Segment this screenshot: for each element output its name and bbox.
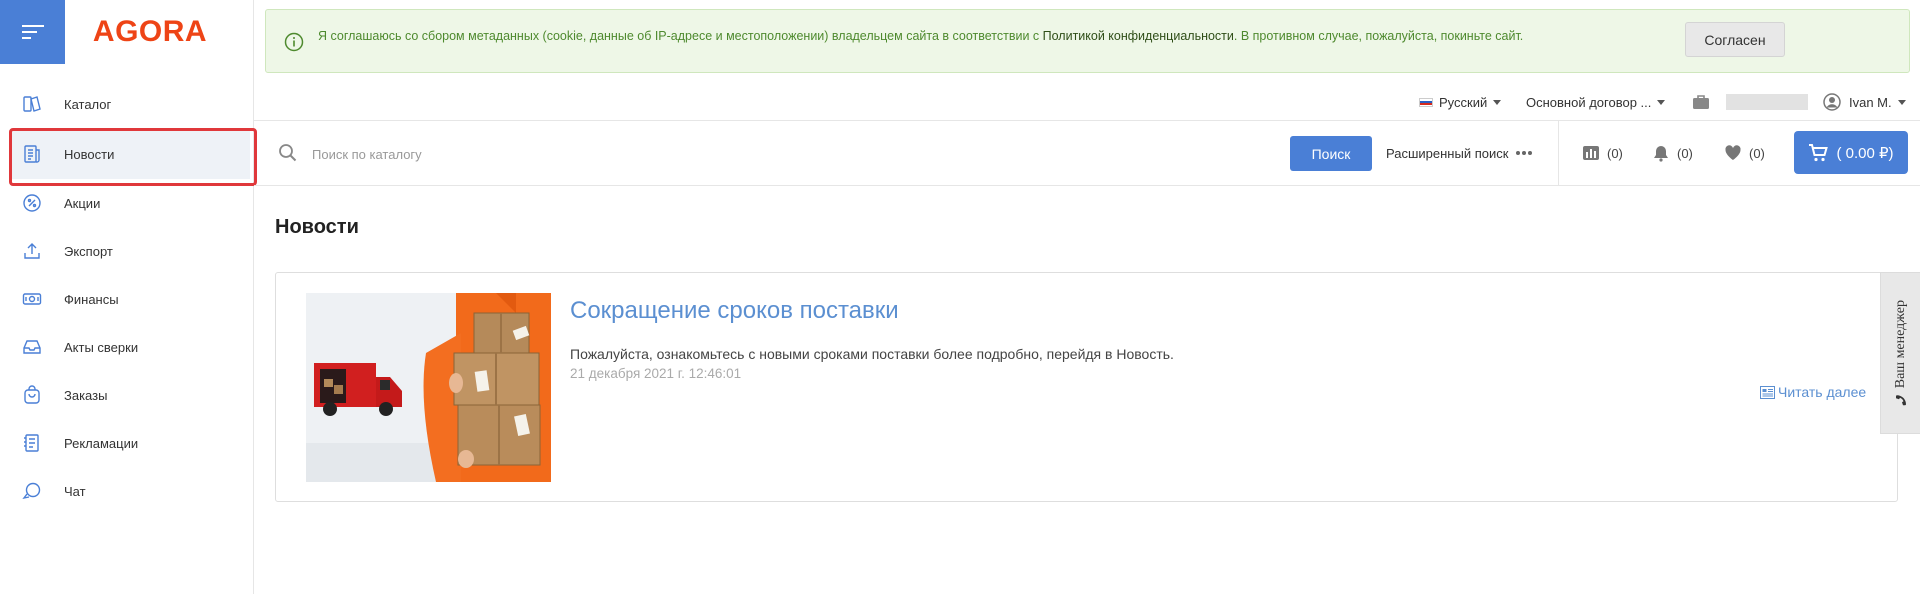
sidebar-item-label: Чат bbox=[64, 483, 86, 499]
logo[interactable]: AGORA bbox=[65, 15, 253, 49]
manager-tab-text: Ваш менеджер bbox=[1892, 299, 1908, 389]
news-date: 21 декабря 2021 г. 12:46:01 bbox=[570, 366, 742, 381]
user-bar: Русский Основной договор ... Ivan M. bbox=[254, 86, 1920, 118]
news-card: Сокращение сроков поставки Пожалуйста, о… bbox=[275, 272, 1898, 502]
chevron-down-icon bbox=[1657, 99, 1666, 105]
bag-icon bbox=[21, 384, 43, 406]
manager-tab[interactable]: Ваш менеджер bbox=[1880, 272, 1920, 434]
sidebar-item-catalog[interactable]: Каталог bbox=[0, 80, 253, 128]
company-selector[interactable] bbox=[1692, 86, 1808, 118]
read-more-label: Читать далее bbox=[1778, 384, 1867, 400]
sidebar-item-label: Акты сверки bbox=[64, 339, 139, 355]
news-title-link[interactable]: Сокращение сроков поставки bbox=[570, 297, 899, 325]
favorites-count: (0) bbox=[1749, 145, 1765, 161]
contract-selector[interactable]: Основной договор ... bbox=[1526, 86, 1666, 118]
company-name-redacted bbox=[1726, 94, 1808, 110]
sidebar-item-promotions[interactable]: Акции bbox=[0, 179, 253, 227]
more-dots-icon bbox=[1516, 151, 1533, 155]
divider bbox=[1558, 121, 1559, 185]
cart-icon bbox=[1809, 143, 1829, 161]
sidebar-item-label: Заказы bbox=[64, 387, 108, 403]
contract-label: Основной договор ... bbox=[1526, 94, 1652, 110]
user-name: Ivan M. bbox=[1849, 94, 1892, 110]
language-selector[interactable]: Русский bbox=[1419, 86, 1502, 118]
user-menu[interactable]: Ivan M. bbox=[1823, 86, 1906, 118]
search-input[interactable] bbox=[312, 141, 1212, 167]
chevron-down-icon bbox=[1493, 99, 1502, 105]
info-icon bbox=[284, 32, 304, 52]
sidebar-item-label: Экспорт bbox=[64, 243, 113, 259]
inbox-icon bbox=[21, 336, 43, 358]
sidebar-item-export[interactable]: Экспорт bbox=[0, 227, 253, 275]
sidebar-item-finance[interactable]: Финансы bbox=[0, 275, 253, 323]
notifications-counter[interactable]: (0) bbox=[1652, 141, 1693, 165]
money-icon bbox=[21, 288, 43, 310]
agree-button[interactable]: Согласен bbox=[1685, 22, 1785, 57]
sidebar-item-label: Финансы bbox=[64, 291, 119, 307]
newspaper-icon bbox=[1760, 385, 1775, 399]
favorites-counter[interactable]: (0) bbox=[1724, 141, 1765, 165]
cart-button[interactable]: ( 0.00 ₽) bbox=[1794, 131, 1908, 174]
menu-icon bbox=[21, 25, 44, 39]
sidebar-item-label: Каталог bbox=[64, 96, 112, 112]
catalog-icon bbox=[21, 93, 43, 115]
read-more-link[interactable]: Читать далее bbox=[1760, 384, 1866, 400]
language-label: Русский bbox=[1439, 94, 1488, 110]
user-icon bbox=[1823, 93, 1841, 111]
app: AGORA Каталог Новости Акции Экспорт Фина… bbox=[0, 0, 1920, 594]
percent-icon bbox=[21, 192, 43, 214]
advanced-search-link[interactable]: Расширенный поиск bbox=[1386, 137, 1533, 169]
page-title: Новости bbox=[275, 216, 359, 238]
search-button[interactable]: Поиск bbox=[1290, 136, 1372, 171]
chevron-down-icon bbox=[1897, 99, 1906, 105]
heart-icon bbox=[1725, 145, 1741, 160]
russia-flag-icon bbox=[1419, 97, 1433, 107]
manager-tab-label: Ваш менеджер bbox=[1893, 300, 1909, 406]
cookie-text-after: . В противном случае, пожалуйста, покинь… bbox=[1233, 29, 1524, 43]
sidebar-item-chat[interactable]: Чат bbox=[0, 467, 253, 515]
upload-icon bbox=[21, 240, 43, 262]
search-icon bbox=[279, 144, 297, 162]
cart-total: ( 0.00 ₽) bbox=[1836, 144, 1894, 162]
cookie-text-before: Я соглашаюсь со сбором метаданных (cooki… bbox=[318, 29, 1043, 43]
news-image[interactable] bbox=[306, 293, 551, 482]
sidebar-item-reconciliation[interactable]: Акты сверки bbox=[0, 323, 253, 371]
chat-icon bbox=[21, 480, 43, 502]
privacy-policy-link[interactable]: Политикой конфиденциальности bbox=[1043, 29, 1234, 43]
bell-icon bbox=[1654, 146, 1668, 162]
phone-icon bbox=[1895, 395, 1906, 406]
sidebar-item-label: Рекламации bbox=[64, 435, 139, 451]
compare-count: (0) bbox=[1607, 145, 1623, 161]
sidebar-item-news[interactable]: Новости bbox=[9, 128, 257, 186]
sidebar-item-label: Новости bbox=[64, 146, 115, 162]
notifications-count: (0) bbox=[1677, 145, 1693, 161]
compare-chart-icon bbox=[1583, 146, 1599, 160]
cookie-banner: Я соглашаюсь со сбором метаданных (cooki… bbox=[265, 9, 1910, 73]
claims-icon bbox=[21, 432, 43, 454]
sidebar-header: AGORA bbox=[0, 0, 253, 64]
sidebar-nav: Каталог Новости Акции Экспорт Финансы Ак… bbox=[0, 80, 257, 515]
news-icon bbox=[21, 143, 43, 165]
cookie-text: Я соглашаюсь со сбором метаданных (cooki… bbox=[318, 29, 1838, 44]
menu-toggle-button[interactable] bbox=[0, 0, 65, 64]
sidebar: AGORA Каталог Новости Акции Экспорт Фина… bbox=[0, 0, 257, 594]
sidebar-item-label: Акции bbox=[64, 195, 101, 211]
advanced-search-label: Расширенный поиск bbox=[1386, 145, 1509, 161]
sidebar-item-orders[interactable]: Заказы bbox=[0, 371, 253, 419]
divider bbox=[254, 185, 1920, 186]
news-description: Пожалуйста, ознакомьтесь с новыми срокам… bbox=[570, 346, 1174, 362]
briefcase-icon bbox=[1693, 95, 1709, 109]
compare-counter[interactable]: (0) bbox=[1582, 141, 1623, 165]
search-bar: Поиск Расширенный поиск (0) (0) (0) ( 0.… bbox=[254, 121, 1920, 185]
sidebar-item-claims[interactable]: Рекламации bbox=[0, 419, 253, 467]
